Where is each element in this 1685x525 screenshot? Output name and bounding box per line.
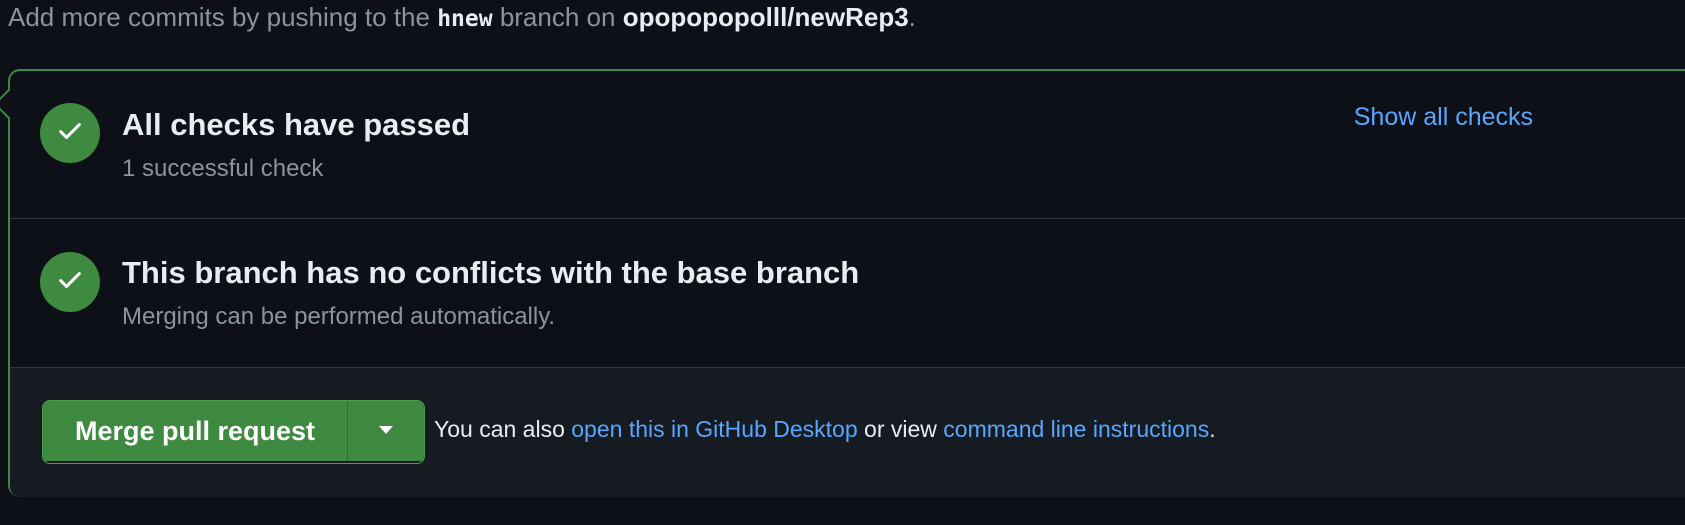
merge-box: All checks have passed 1 successful chec… [0,69,1685,497]
triangle-down-icon [377,424,395,439]
pull-request-merge-page: Add more commits by pushing to the hnew … [0,0,1685,525]
merge-section: Merge pull request You can also open thi… [10,368,1685,497]
merge-button-group: Merge pull request [42,400,426,464]
conflicts-subtitle: Merging can be performed automatically. [122,303,556,330]
checks-status-badge [40,103,100,163]
conflicts-status-badge [40,252,100,312]
command-line-instructions-link[interactable]: command line instructions [943,416,1209,442]
merge-alternatives-note: You can also open this in GitHub Desktop… [434,416,1216,443]
checks-title: All checks have passed [122,107,471,142]
repo-name: opopopopolll/newRep3 [622,2,909,32]
merge-note-middle: or view [857,416,944,442]
branch-name: hnew [437,6,493,32]
merge-note-suffix: . [1209,416,1216,442]
push-hint-suffix: . [908,2,916,32]
push-hint-middle: branch on [492,2,623,32]
check-icon [56,117,84,150]
push-hint-prefix: Add more commits by pushing to the [8,2,438,32]
merge-method-dropdown-button[interactable] [347,401,425,461]
checks-subtitle: 1 successful check [122,155,324,182]
open-in-github-desktop-link[interactable]: open this in GitHub Desktop [571,416,857,442]
checks-section: All checks have passed 1 successful chec… [10,71,1685,219]
merge-pull-request-button[interactable]: Merge pull request [43,401,348,461]
check-icon [56,266,84,299]
conflicts-title: This branch has no conflicts with the ba… [122,255,860,290]
merge-note-prefix: You can also [434,416,572,442]
show-all-checks-link[interactable]: Show all checks [1354,103,1533,132]
push-hint: Add more commits by pushing to the hnew … [8,0,916,34]
conflicts-section: This branch has no conflicts with the ba… [10,219,1685,368]
